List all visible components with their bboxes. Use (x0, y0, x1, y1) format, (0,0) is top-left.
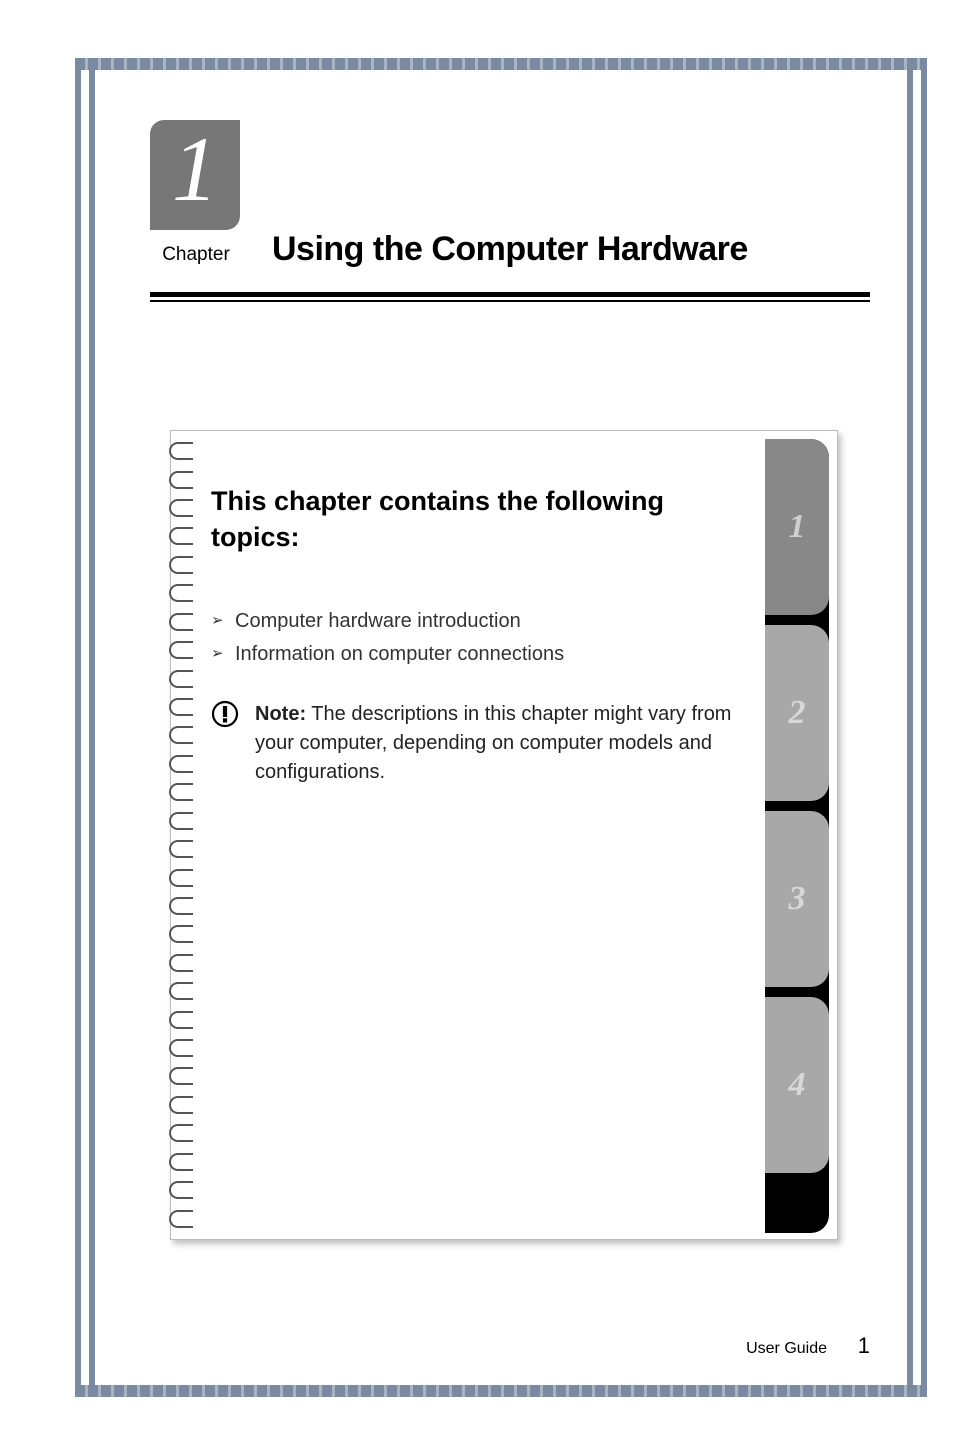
chapter-label: Chapter (150, 244, 242, 266)
decorative-border-left-outer (75, 69, 81, 1386)
caution-icon (211, 700, 239, 728)
page-footer: User Guide 1 (150, 1333, 870, 1359)
note-prefix: Note: (255, 703, 306, 725)
tab-number: 3 (789, 880, 806, 918)
note-block: Note: The descriptions in this chapter m… (211, 700, 755, 787)
footer-page-number: 1 (858, 1333, 870, 1358)
tab-number: 4 (789, 1066, 806, 1104)
tab-number: 2 (789, 694, 806, 732)
footer-label: User Guide (746, 1340, 827, 1357)
title-rule-thick (150, 292, 870, 297)
note-body: The descriptions in this chapter might v… (255, 703, 731, 783)
chapter-tabs: 1 2 3 4 (765, 439, 829, 1233)
decorative-border-bottom (75, 1385, 927, 1397)
content-card: 1 2 3 4 This chapter contains the follow… (170, 430, 838, 1240)
decorative-border-left-inner (89, 69, 95, 1386)
chapter-tab-3[interactable]: 3 (765, 811, 829, 987)
decorative-border-right-inner (907, 69, 913, 1386)
topic-list: Computer hardware introduction Informati… (211, 610, 755, 666)
topics-heading: This chapter contains the following topi… (211, 483, 755, 556)
chapter-tab-1[interactable]: 1 (765, 439, 829, 615)
chapter-title: Using the Computer Hardware (272, 230, 748, 269)
content-inner: This chapter contains the following topi… (211, 457, 755, 1213)
topic-item: Computer hardware introduction (211, 610, 755, 633)
chapter-number: 1 (172, 123, 218, 215)
spiral-binding (165, 437, 199, 1233)
decorative-border-top (75, 58, 927, 70)
chapter-number-badge: 1 (150, 120, 240, 230)
decorative-border-right-outer (921, 69, 927, 1386)
topic-item: Information on computer connections (211, 643, 755, 666)
chapter-tab-4[interactable]: 4 (765, 997, 829, 1173)
chapter-tab-2[interactable]: 2 (765, 625, 829, 801)
tab-number: 1 (789, 508, 806, 546)
title-rule-thin (150, 300, 870, 302)
